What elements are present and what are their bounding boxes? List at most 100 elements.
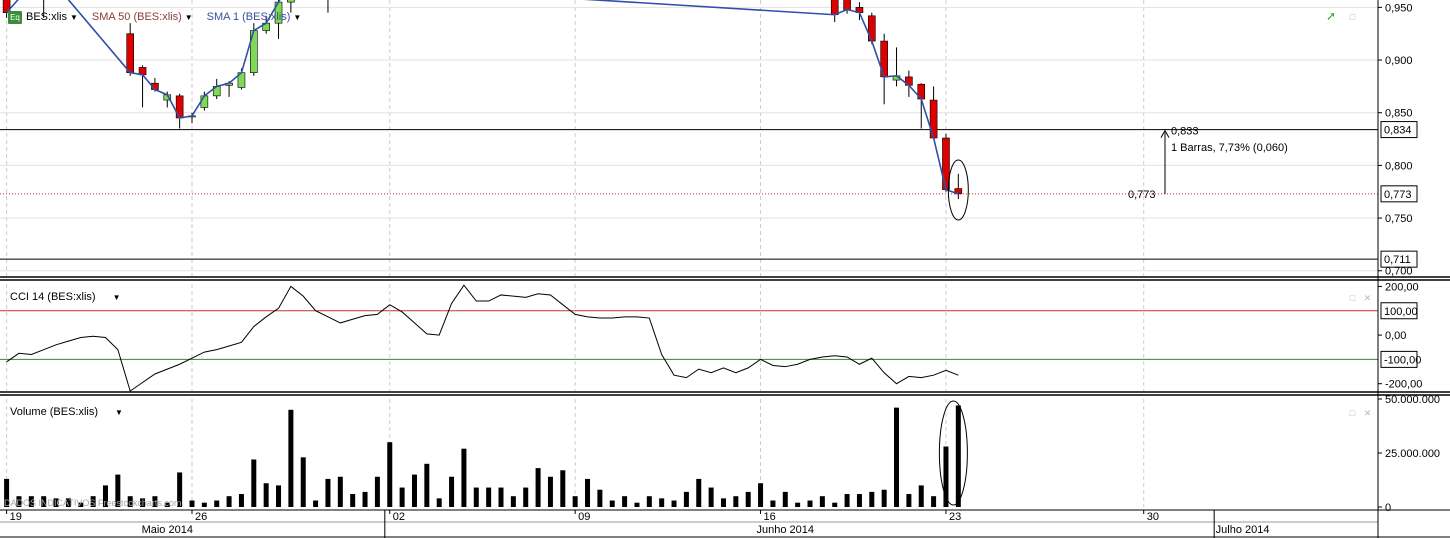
volume-bar (313, 500, 319, 507)
x-month-label: Junho 2014 (757, 524, 815, 536)
price-label-lower: 0,711 (1384, 254, 1411, 266)
volume-bar (288, 409, 294, 507)
symbol-selector[interactable]: Eq BES:xlis ▼ (8, 10, 78, 24)
candle-body (830, 0, 839, 16)
volume-bar (906, 494, 912, 507)
volume-bar (881, 489, 887, 507)
cci-legend[interactable]: CCI 14 (BES:xlis) ▼ (10, 290, 121, 304)
volume-bar (844, 494, 850, 507)
candle-body (126, 33, 134, 73)
volume-bar (659, 498, 665, 507)
dropdown-arrow-icon: ▼ (115, 407, 123, 417)
volume-bar (708, 487, 714, 507)
panel-restore-icon[interactable]: □ (1348, 409, 1357, 418)
volume-bar (782, 491, 788, 507)
volume-bar (547, 476, 553, 507)
volume-bar (461, 448, 467, 507)
volume-bar (856, 494, 862, 507)
dropdown-arrow-icon: ▼ (69, 12, 78, 22)
cci-level-label-lower: -100,00 (1384, 354, 1421, 366)
volume-bar (609, 500, 615, 507)
volume-bar (523, 487, 529, 507)
volume-tick-label: 0 (1385, 502, 1391, 514)
price-legend: Eq BES:xlis ▼ SMA 50 (BES:xlis) ▼ SMA 1 (BE… (8, 10, 301, 24)
volume-bar (449, 476, 455, 507)
x-day-label: 30 (1147, 511, 1159, 523)
volume-bar (238, 494, 244, 507)
x-day-label: 23 (949, 511, 961, 523)
volume-tick-label: 50.000.000 (1385, 394, 1440, 406)
volume-bar (399, 487, 405, 507)
x-day-label: 19 (10, 511, 22, 523)
cci-tick-label: -200,00 (1385, 379, 1422, 391)
price-tick-label: 0,950 (1385, 2, 1413, 14)
volume-bar (510, 496, 516, 507)
sma1-label: SMA 1 (BES:xlis) (206, 11, 291, 23)
symbol-label: BES:xlis (26, 10, 67, 23)
volume-legend[interactable]: Volume (BES:xlis) ▼ (10, 405, 123, 419)
x-month-label: Julho 2014 (1216, 524, 1270, 536)
volume-tick-label: 25.000.000 (1385, 448, 1440, 460)
watermark: DADOS INDICATIVOS Freestockcharts.com (4, 498, 182, 508)
x-day-label: 09 (578, 511, 590, 523)
dropdown-arrow-icon: ▼ (293, 13, 302, 22)
volume-bar (671, 500, 677, 507)
volume-bar (226, 496, 232, 507)
cci-tick-label: 200,00 (1385, 281, 1419, 293)
stock-chart: 0,833 1 Barras, 7,73% (0,060) 0,773 0,950 0,… (0, 0, 1450, 538)
price-tick-label: 0,750 (1385, 213, 1413, 225)
volume-bar (758, 483, 764, 507)
volume-bar (436, 498, 442, 507)
volume-bar (337, 476, 343, 507)
measure-bottom-label: 0,773 (1128, 189, 1156, 201)
cci-label: CCI 14 (BES:xlis) (10, 291, 96, 303)
volume-bar (498, 487, 504, 507)
volume-bar (350, 494, 356, 507)
trend-icon[interactable]: ➚ (1324, 10, 1338, 22)
volume-bar (807, 500, 813, 507)
volume-bar (770, 500, 776, 507)
candle-body (287, 0, 295, 3)
cci-level-label-upper: 100,00 (1384, 306, 1418, 318)
volume-bar (955, 405, 961, 507)
cci-tick-label: 0,00 (1385, 330, 1406, 342)
volume-bar (300, 457, 306, 507)
sma1-selector[interactable]: SMA 1 (BES:xlis) ▼ (207, 11, 302, 23)
volume-bar (819, 496, 825, 507)
price-tick-label: 0,800 (1385, 160, 1413, 172)
x-month-label: Maio 2014 (142, 524, 193, 536)
price-label-last: 0,773 (1384, 189, 1412, 201)
volume-bar (486, 487, 492, 507)
volume-bar (795, 502, 801, 507)
panel-close-icon[interactable]: ✕ (1363, 409, 1372, 418)
panel-restore-icon[interactable]: □ (1348, 294, 1357, 303)
x-day-label: 16 (764, 511, 776, 523)
price-tick-label: 0,850 (1385, 108, 1413, 120)
sma1-line (5, 0, 959, 195)
volume-bar (276, 485, 282, 507)
panel-close-icon[interactable]: ✕ (1363, 294, 1372, 303)
volume-bar (214, 500, 220, 507)
volume-bar (189, 500, 195, 507)
symbol-badge: Eq (8, 10, 22, 24)
volume-bar (622, 496, 628, 507)
volume-bar (720, 498, 726, 507)
dropdown-arrow-icon: ▼ (184, 13, 193, 22)
candle-body (843, 0, 851, 10)
volume-bar (560, 470, 566, 507)
volume-bar (251, 459, 257, 507)
price-label-upper: 0,834 (1384, 125, 1412, 137)
volume-bar (387, 442, 393, 507)
volume-bar (745, 491, 751, 507)
measure-top-label: 0,833 (1171, 126, 1199, 138)
volume-bar (696, 478, 702, 507)
volume-bar (646, 496, 652, 507)
x-day-label: 26 (195, 511, 207, 523)
volume-bar (473, 487, 479, 507)
cci-line (6, 284, 959, 392)
dropdown-arrow-icon: ▼ (112, 292, 121, 302)
panel-restore-icon[interactable]: □ (1348, 13, 1357, 22)
sma50-selector[interactable]: SMA 50 (BES:xlis) ▼ (92, 11, 193, 23)
measure-text: 1 Barras, 7,73% (0,060) (1171, 142, 1288, 154)
volume-bar (585, 478, 591, 507)
